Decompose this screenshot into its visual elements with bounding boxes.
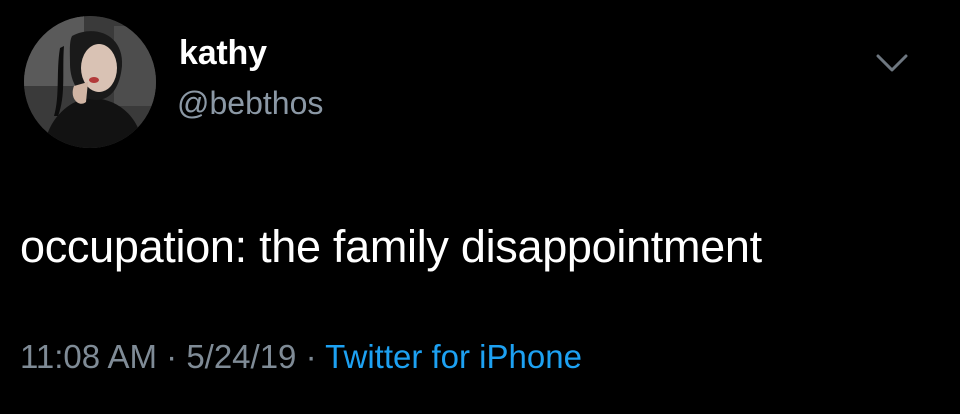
tweet-text: occupation: the family disappointment: [20, 221, 762, 272]
tweet-time[interactable]: 11:08 AM: [20, 338, 157, 375]
meta-separator: ·: [296, 338, 326, 375]
tweet-card: kathy @bebthos occupation: the family di…: [0, 0, 960, 414]
author-handle[interactable]: @bebthos: [177, 87, 323, 119]
tweet-menu-button[interactable]: [870, 50, 914, 78]
chevron-down-icon: [876, 54, 908, 72]
avatar[interactable]: [24, 16, 156, 148]
meta-separator: ·: [156, 338, 187, 375]
tweet-meta: 11:08 AM · 5/24/19 · Twitter for iPhone: [20, 340, 582, 373]
tweet-date[interactable]: 5/24/19: [186, 338, 296, 375]
author-name[interactable]: kathy: [179, 36, 267, 70]
tweet-source-link[interactable]: Twitter for iPhone: [325, 338, 582, 375]
avatar-photo-icon: [24, 16, 156, 148]
